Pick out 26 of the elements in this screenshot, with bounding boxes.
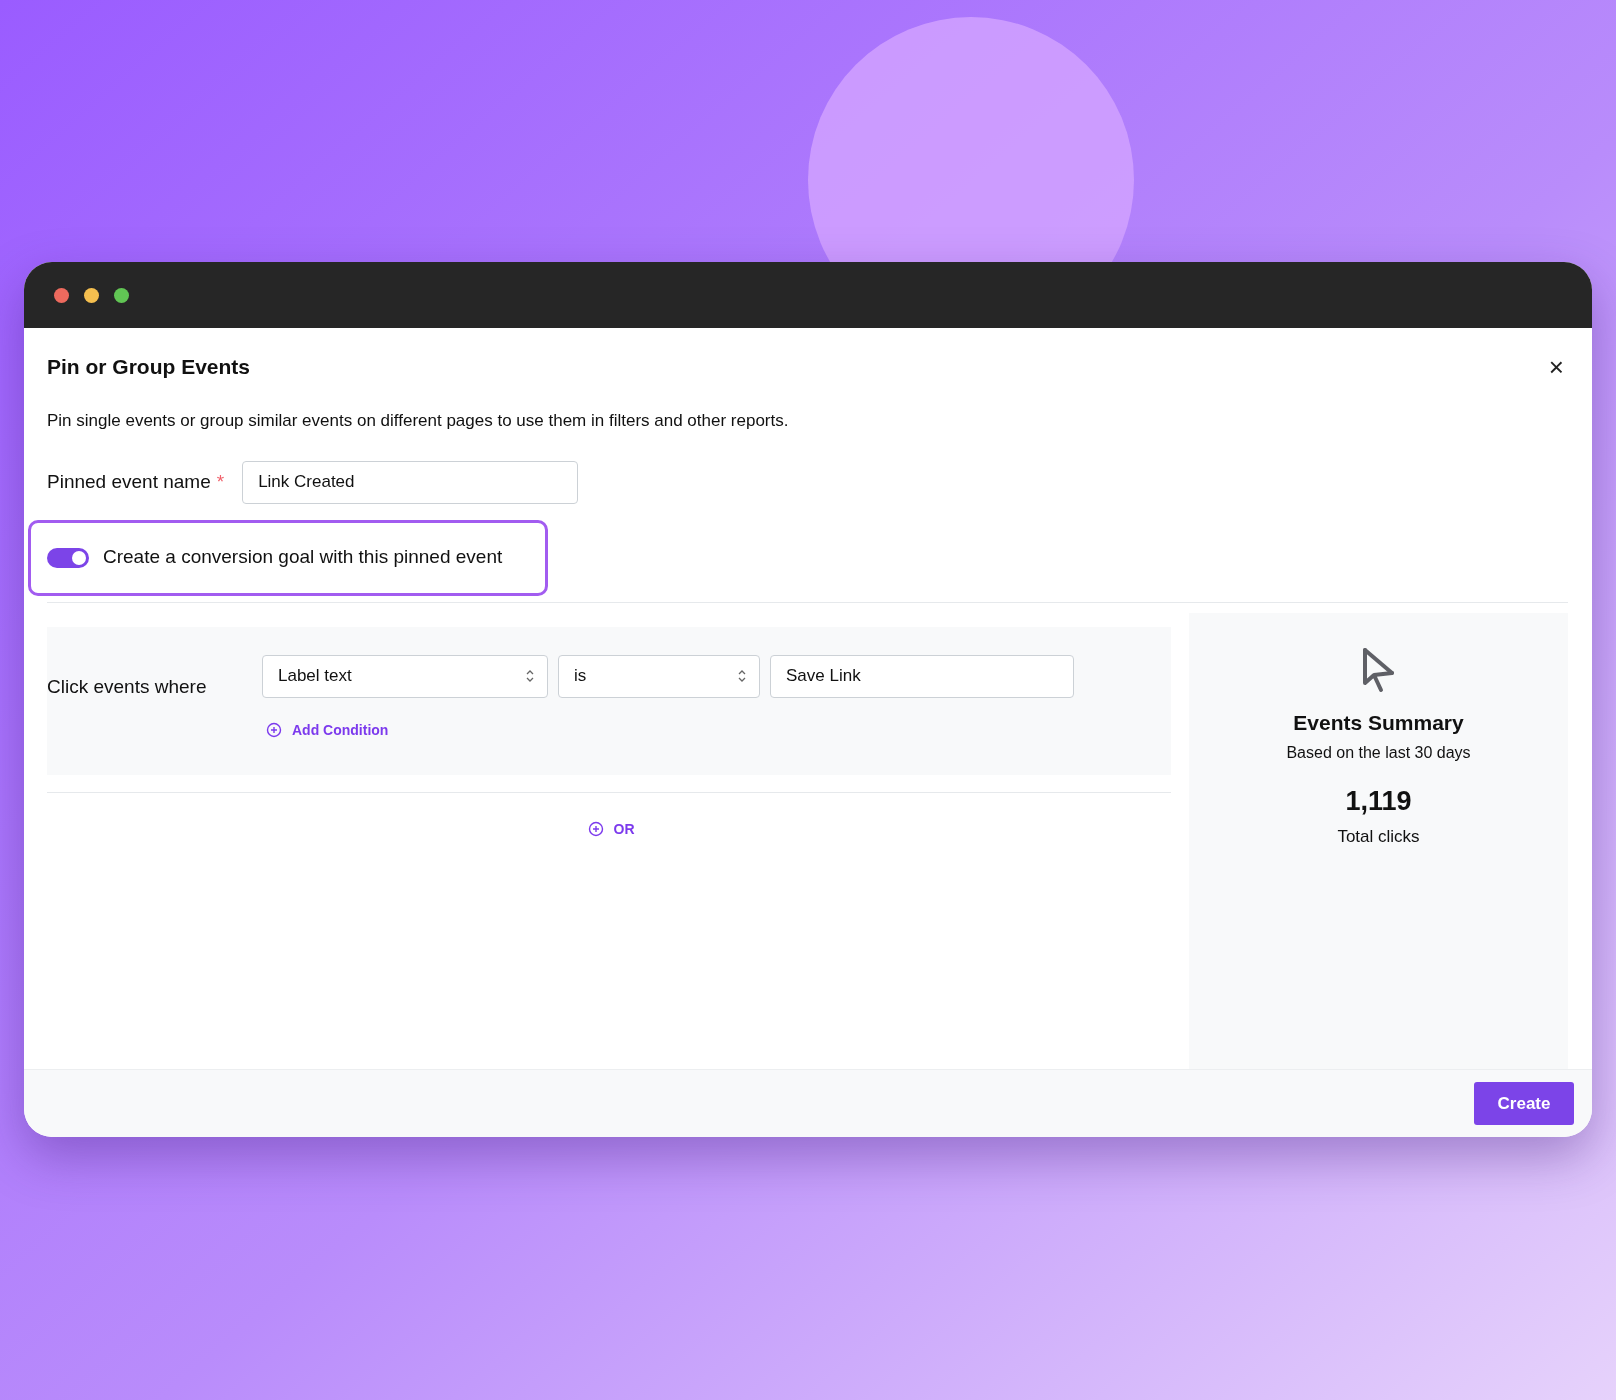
plus-circle-icon (587, 821, 604, 837)
field-select[interactable]: Label text (262, 654, 548, 698)
event-name-field[interactable]: Link Created (242, 460, 579, 504)
field-label: Pinned event name * (47, 469, 225, 494)
dialog-title: Pin or Group Events (47, 354, 251, 380)
condition-label: Click events where (47, 674, 208, 699)
toggle-switch[interactable] (47, 547, 89, 568)
summary-subtitle: Based on the last 30 days (1286, 743, 1471, 763)
window-control[interactable] (84, 287, 99, 303)
operator-select[interactable]: is (558, 654, 760, 698)
value-field[interactable]: Save Link (770, 654, 1074, 698)
chevron-icon (525, 668, 535, 684)
summary-title: Events Summary (1293, 709, 1464, 736)
chevron-icon (737, 668, 747, 684)
window-control[interactable] (114, 287, 129, 303)
total-count: 1,119 (1345, 785, 1412, 818)
total-label: Total clicks (1337, 825, 1420, 848)
create-button[interactable]: Create (1474, 1082, 1574, 1125)
close-button[interactable]: × (1544, 354, 1568, 380)
toggle-label: Create a conversion goal with this pinned event (103, 545, 503, 570)
cursor-icon (1361, 646, 1396, 693)
add-condition-button[interactable]: Add Condition (266, 719, 389, 741)
or-button[interactable]: OR (587, 818, 635, 840)
plus-circle-icon (266, 722, 282, 738)
dialog-description: Pin single events or group similar events on different pages to use them in filters and other reports. (47, 410, 790, 432)
window-control[interactable] (54, 287, 69, 303)
